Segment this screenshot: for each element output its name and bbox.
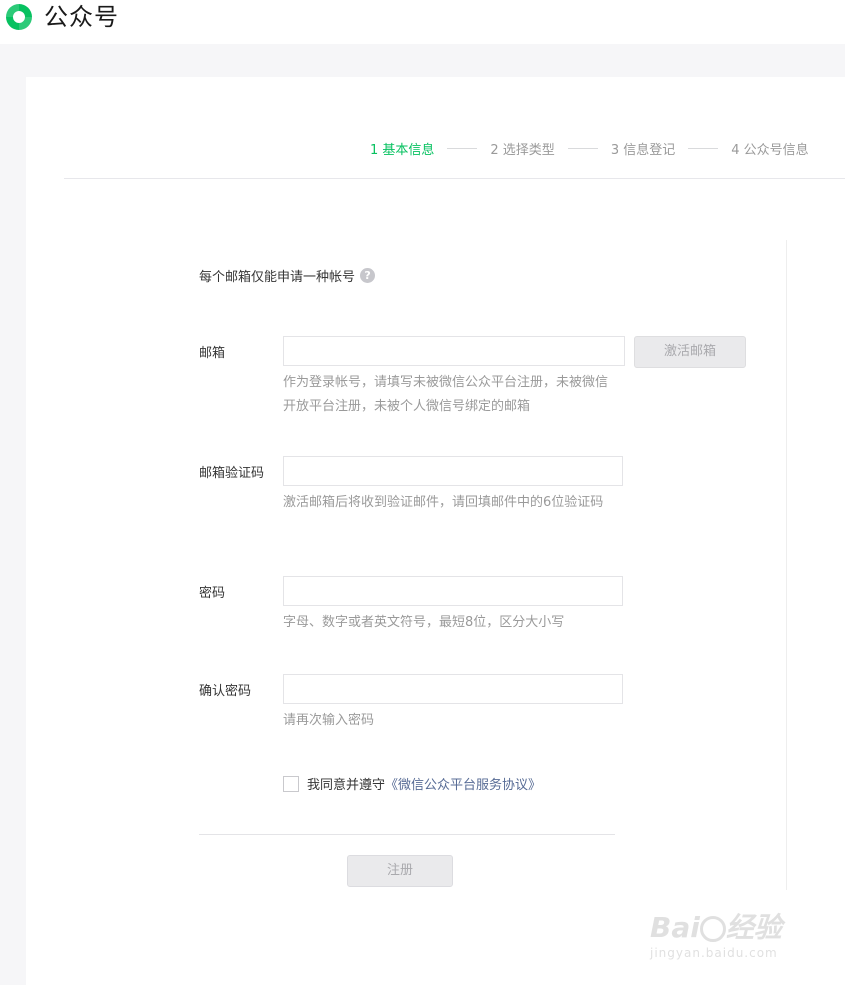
activate-email-button[interactable]: 激活邮箱	[634, 336, 746, 368]
account-notice: 每个邮箱仅能申请一种帐号 ?	[199, 266, 376, 285]
email-code-label: 邮箱验证码	[199, 466, 265, 481]
agreement-checkbox[interactable]	[283, 775, 299, 792]
confirm-password-hint: 请再次输入密码	[283, 713, 375, 728]
agreement-prefix: 我同意并遵守	[307, 778, 386, 793]
side-divider	[786, 240, 787, 890]
step-indicator: 1 基本信息 2 选择类型 3 信息登记 4 公众号信息	[370, 138, 809, 158]
form-divider	[199, 834, 615, 835]
help-icon[interactable]: ?	[360, 268, 376, 283]
wechat-official-account-logo-icon[interactable]	[3, 1, 35, 33]
step-connector	[688, 147, 719, 149]
password-input[interactable]	[283, 576, 623, 606]
confirm-password-input[interactable]	[283, 674, 623, 704]
step-info-registration: 3 信息登记	[610, 142, 676, 158]
step-account-info: 4 公众号信息	[731, 142, 809, 158]
password-hint: 字母、数字或者英文符号，最短8位，区分大小写	[283, 615, 565, 630]
email-input[interactable]	[283, 336, 625, 366]
paw-icon	[699, 916, 726, 942]
registration-card	[26, 77, 845, 985]
confirm-password-label: 确认密码	[199, 684, 252, 699]
watermark-brand: Bai 经验	[650, 906, 782, 946]
brand-title[interactable]: 公众号	[44, 3, 119, 31]
watermark-url: jingyan.baidu.com	[650, 946, 778, 960]
watermark-brand-left: Bai	[650, 911, 700, 944]
password-label: 密码	[199, 586, 226, 601]
watermark-brand-right: 经验	[725, 911, 782, 944]
steps-divider	[64, 178, 845, 179]
step-connector	[567, 147, 598, 149]
baidu-jingyan-watermark: Bai 经验 jingyan.baidu.com	[646, 896, 806, 970]
email-label: 邮箱	[199, 346, 226, 361]
email-hint: 作为登录帐号，请填写未被微信公众平台注册，未被微信开放平台注册，未被个人微信号绑…	[283, 375, 609, 414]
step-basic-info: 1 基本信息	[370, 142, 435, 158]
email-code-hint: 激活邮箱后将收到验证邮件，请回填邮件中的6位验证码	[283, 495, 604, 510]
email-code-input[interactable]	[283, 456, 623, 486]
service-agreement-link[interactable]: 《微信公众平台服务协议》	[385, 774, 541, 793]
register-button[interactable]: 注册	[347, 855, 453, 887]
step-select-type: 2 选择类型	[490, 142, 555, 158]
step-connector	[447, 147, 478, 149]
top-bar: 公众号	[0, 0, 845, 44]
notice-text: 每个邮箱仅能申请一种帐号	[199, 270, 356, 285]
agreement-row: 我同意并遵守 《微信公众平台服务协议》	[283, 774, 541, 793]
